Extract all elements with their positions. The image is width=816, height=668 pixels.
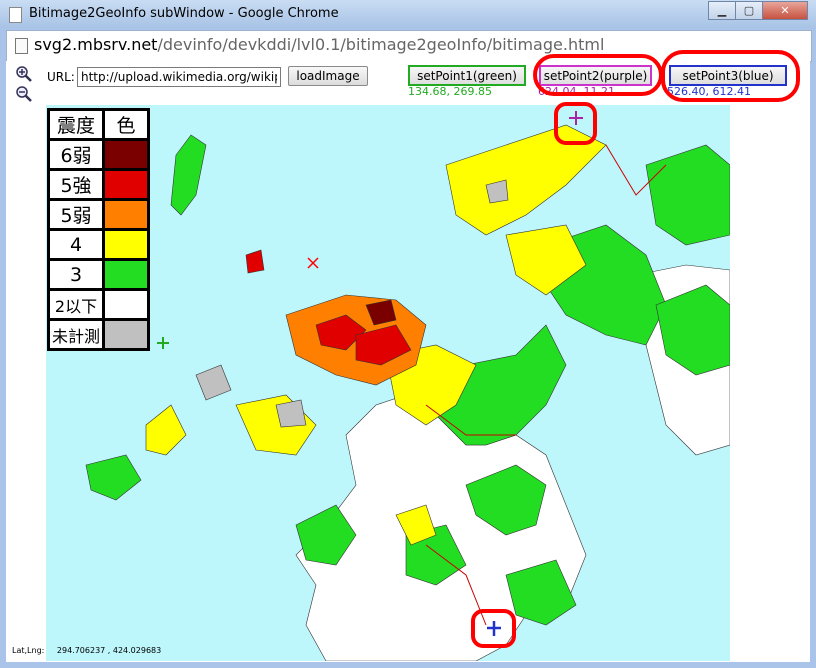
window-controls: ▁ ▢ ✕ [708, 1, 808, 20]
zoom-out-icon[interactable] [16, 86, 32, 102]
legend-swatch [105, 201, 148, 228]
minimize-button[interactable]: ▁ [708, 1, 736, 20]
intensity-legend: 震度 色 6弱 5強 5弱 4 3 2以下 未計測 [47, 108, 151, 351]
title-bar: Bitimage2GeoInfo subWindow - Google Chro… [0, 0, 816, 28]
latlng-label: Lat,Lng: [12, 646, 45, 655]
legend-header-intensity: 震度 [50, 111, 103, 138]
legend-label: 4 [50, 231, 103, 258]
load-image-button[interactable]: loadImage [288, 66, 368, 86]
latlng-readout: Lat,Lng: 294.706237 , 424.029683 [12, 646, 161, 655]
url-path: /devinfo/devkddi/lvl0.1/bitimage2geoInfo… [157, 35, 605, 54]
legend-label: 5弱 [50, 201, 103, 228]
window-title: Bitimage2GeoInfo subWindow - Google Chro… [29, 6, 339, 21]
highlight-ring-purple-marker [554, 102, 597, 145]
point1-coords: 134.68, 269.85 [408, 85, 492, 98]
legend-label: 5強 [50, 171, 103, 198]
highlight-ring-point2-button [533, 54, 663, 96]
url-label: URL: [47, 70, 75, 84]
legend-swatch [105, 321, 148, 348]
legend-header-color: 色 [105, 111, 148, 138]
address-url: svg2.mbsrv.net/devinfo/devkddi/lvl0.1/bi… [34, 35, 604, 54]
document-icon [15, 38, 28, 54]
page-icon [9, 7, 22, 23]
legend-label: 6弱 [50, 141, 103, 168]
legend-swatch [105, 141, 148, 168]
legend-swatch [105, 231, 148, 258]
legend-swatch [105, 171, 148, 198]
legend-label: 未計測 [50, 321, 103, 348]
page-content: URL: loadImage setPoint1(green) 134.68, … [6, 50, 810, 662]
legend-label: 3 [50, 261, 103, 288]
legend-swatch [105, 261, 148, 288]
close-button[interactable]: ✕ [762, 1, 808, 20]
maximize-button[interactable]: ▢ [735, 1, 763, 20]
image-url-input[interactable] [77, 67, 281, 87]
latlng-value: 294.706237 , 424.029683 [56, 646, 162, 655]
set-point1-button[interactable]: setPoint1(green) [408, 65, 526, 86]
url-domain: svg2.mbsrv.net [34, 35, 158, 54]
legend-swatch [105, 291, 148, 318]
highlight-ring-point3-button [661, 50, 800, 102]
zoom-in-icon[interactable] [16, 66, 32, 82]
legend-label: 2以下 [50, 291, 103, 318]
highlight-ring-blue-marker [471, 609, 516, 648]
